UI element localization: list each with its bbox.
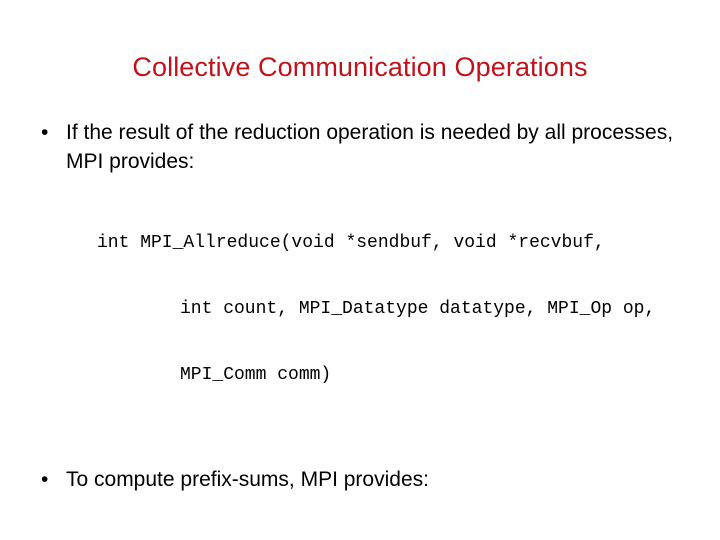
bullet-text: To compute prefix-sums, MPI provides: — [66, 468, 429, 491]
code-line: MPI_Comm comm) — [180, 365, 332, 385]
slide-body: • If the result of the reduction operati… — [0, 118, 720, 540]
code-signature-allreduce: int MPI_Allreduce(void *sendbuf, void *r… — [0, 188, 720, 430]
bullet-point-icon: • — [41, 468, 49, 491]
bullet-section-2: • To compute prefix-sums, MPI provides: … — [0, 465, 720, 540]
bullet-item: • If the result of the reduction operati… — [0, 118, 720, 176]
code-line: int MPI_Allreduce(void *sendbuf, void *r… — [97, 233, 605, 253]
bullet-section-1: • If the result of the reduction operati… — [0, 118, 720, 430]
slide-title: Collective Communication Operations — [132, 52, 588, 82]
bullet-text: If the result of the reduction operation… — [66, 121, 674, 173]
code-signature-scan: int MPI_Scan(void *sendbuf, void *recvbu… — [0, 506, 720, 540]
bullet-point-icon: • — [41, 121, 49, 144]
bullet-item: • To compute prefix-sums, MPI provides: — [0, 465, 720, 494]
slide-canvas: Collective Communication Operations • If… — [0, 0, 720, 540]
code-line: int count, MPI_Datatype datatype, MPI_Op… — [180, 299, 656, 319]
